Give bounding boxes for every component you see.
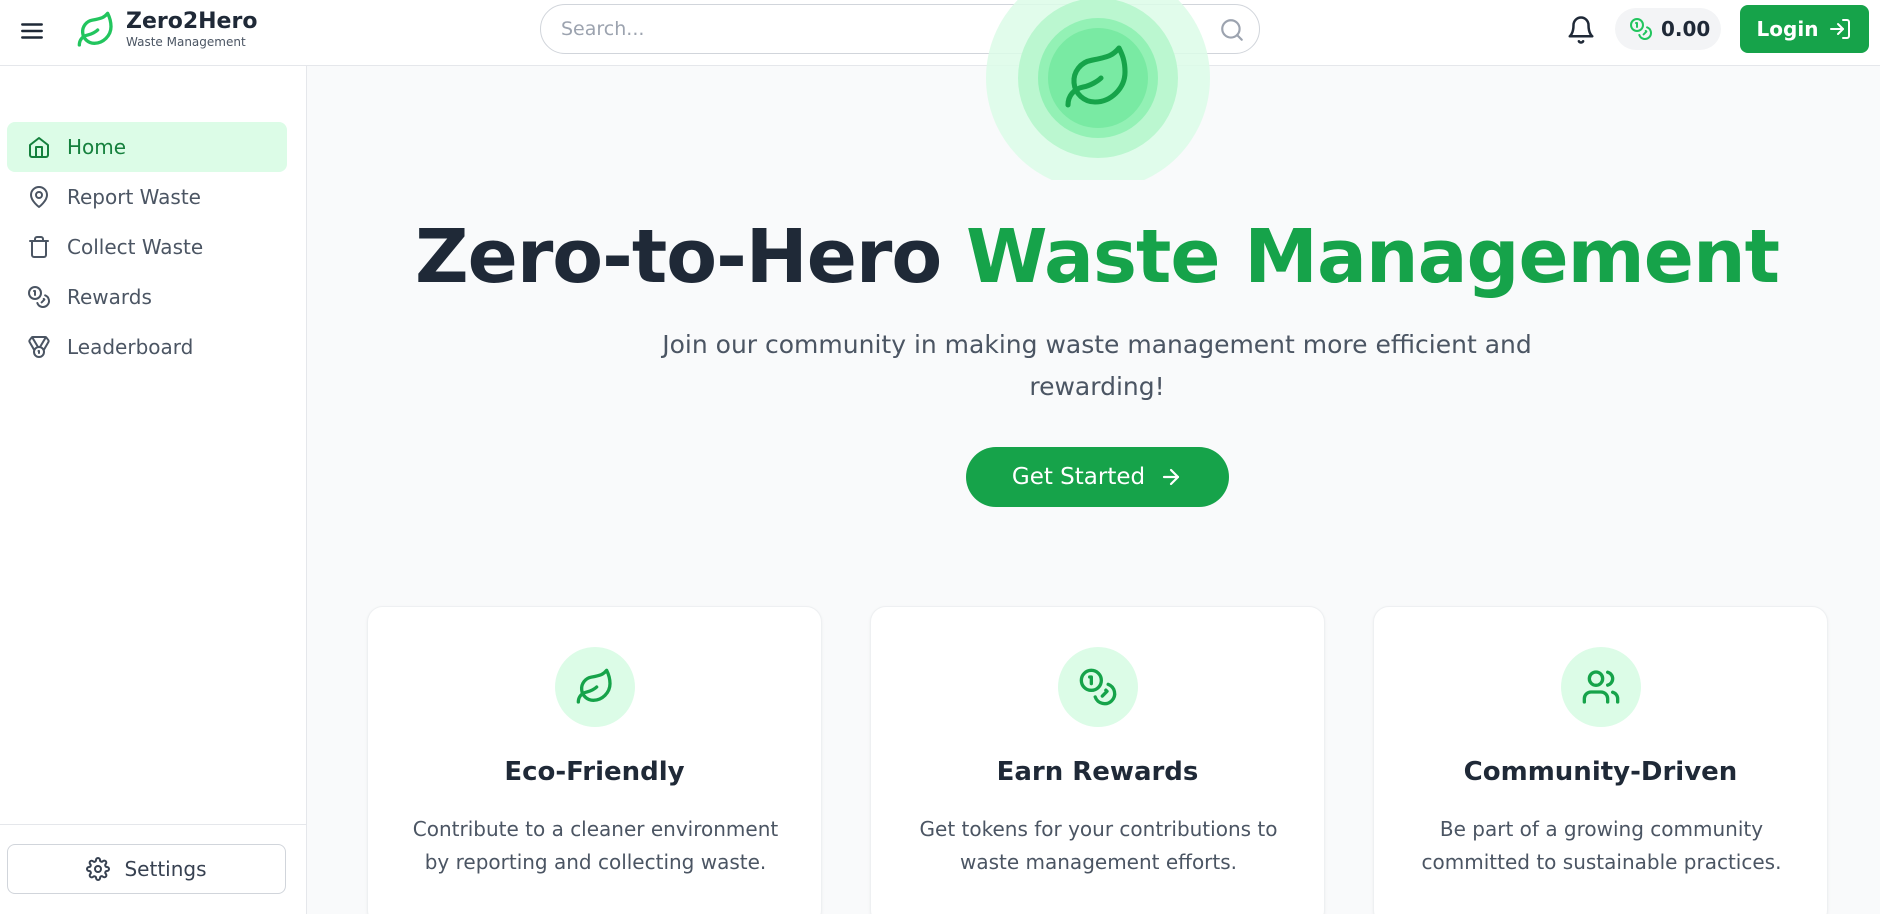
feature-card-community-driven: Community-Driven Be part of a growing co… [1373,606,1828,914]
medal-icon [28,336,50,358]
feature-card-earn-rewards: Earn Rewards Get tokens for your contrib… [870,606,1325,914]
coins-icon [1630,18,1652,40]
menu-icon [21,23,43,39]
settings-button[interactable]: Settings [7,844,286,894]
bell-icon[interactable] [1566,15,1596,45]
feature-icon-badge [1058,647,1138,727]
sidebar-item-rewards[interactable]: Rewards [7,272,287,322]
log-in-icon [1830,19,1851,39]
feature-description: Be part of a growing community committed… [1421,817,1782,874]
sidebar-item-label: Report Waste [67,185,201,209]
hero-title-part2: Waste Management [966,214,1780,300]
app-title: Zero2Hero [126,9,258,34]
sidebar-item-label: Home [67,135,127,159]
get-started-label: Get Started [1011,464,1146,490]
feature-title: Earn Rewards [996,757,1199,787]
map-pin-icon [30,186,48,208]
hero-title-part1: Zero-to-Hero [414,214,942,300]
sidebar-item-label: Leaderboard [67,335,194,359]
sidebar-nav: Home Report Waste Collect Waste Rewards … [7,122,287,372]
home-icon [29,137,49,158]
search-icon[interactable] [1219,17,1245,43]
feature-card-eco-friendly: Eco-Friendly Contribute to a cleaner env… [367,606,822,914]
top-header: Zero2Hero Waste Management 0.00 Login [0,0,1880,66]
app-subtitle: Waste Management [126,35,246,49]
arrow-right-icon [1163,468,1180,486]
sidebar-item-label: Rewards [67,285,152,309]
sidebar-item-report-waste[interactable]: Report Waste [7,172,287,222]
sidebar-item-collect-waste[interactable]: Collect Waste [7,222,287,272]
coins-icon [28,286,50,308]
login-label: Login [1756,17,1819,41]
get-started-button[interactable]: Get Started [966,447,1229,507]
feature-icon-badge [1561,647,1641,727]
sidebar-divider [0,824,306,825]
leaf-icon [576,668,612,704]
gear-icon [86,857,111,881]
feature-title: Community-Driven [1463,757,1738,787]
sidebar-item-home[interactable]: Home [7,122,287,172]
app-logo[interactable]: Zero2Hero Waste Management [76,9,257,50]
feature-title: Eco-Friendly [504,757,685,787]
trash-icon [29,236,49,258]
hero-title: Zero-to-Hero Waste Management [380,214,1814,300]
coins-icon [1079,668,1117,706]
feature-description: Get tokens for your contributions to was… [919,817,1278,874]
token-balance[interactable]: 0.00 [1615,8,1721,50]
sidebar-item-leaderboard[interactable]: Leaderboard [7,322,287,372]
balance-value: 0.00 [1661,17,1711,41]
hero-leaf-icon [986,0,1210,180]
feature-icon-badge [555,647,635,727]
sidebar: Home Report Waste Collect Waste Rewards … [0,66,307,914]
sidebar-item-label: Collect Waste [67,235,204,259]
feature-description: Contribute to a cleaner environment by r… [412,817,779,874]
leaf-icon [77,11,113,47]
menu-button[interactable] [18,17,46,45]
hero-subtitle: Join our community in making waste manag… [662,330,1532,401]
login-button[interactable]: Login [1740,5,1869,53]
settings-label: Settings [124,857,207,881]
users-icon [1582,670,1620,704]
